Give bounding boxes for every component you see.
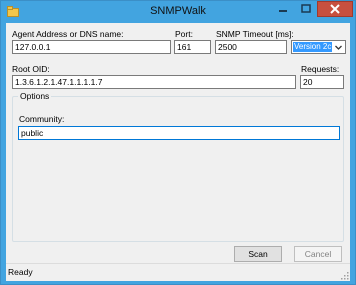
resize-grip-icon[interactable] bbox=[340, 271, 349, 280]
snmp-timeout-input[interactable]: 2500 bbox=[215, 40, 287, 54]
port-label: Port: bbox=[175, 29, 193, 39]
root-oid-input[interactable]: 1.3.6.1.2.1.47.1.1.1.1.7 bbox=[12, 75, 296, 89]
title-bar[interactable]: SNMPWalk bbox=[1, 1, 355, 23]
options-group-label: Options bbox=[18, 91, 52, 101]
app-window: SNMPWalk Agent Address or DNS name: 127.… bbox=[0, 0, 356, 285]
community-input[interactable]: public bbox=[18, 126, 340, 140]
chevron-down-icon bbox=[334, 43, 343, 52]
minimize-button[interactable] bbox=[271, 1, 295, 17]
requests-input[interactable]: 20 bbox=[300, 75, 344, 89]
client-area: Agent Address or DNS name: 127.0.0.1 Por… bbox=[6, 23, 350, 281]
close-icon bbox=[330, 4, 340, 14]
maximize-button[interactable] bbox=[295, 1, 317, 17]
agent-address-input[interactable]: 127.0.0.1 bbox=[12, 40, 171, 54]
snmp-version-select[interactable]: Version 2c bbox=[291, 40, 346, 54]
maximize-icon bbox=[301, 4, 311, 13]
close-button[interactable] bbox=[317, 1, 353, 17]
agent-address-label: Agent Address or DNS name: bbox=[12, 29, 124, 39]
scan-button[interactable]: Scan bbox=[234, 246, 282, 262]
status-text: Ready bbox=[8, 267, 33, 277]
port-input[interactable]: 161 bbox=[174, 40, 211, 54]
snmp-timeout-label: SNMP Timeout [ms]: bbox=[216, 29, 294, 39]
snmp-version-value: Version 2c bbox=[293, 42, 332, 52]
community-label: Community: bbox=[19, 114, 65, 124]
requests-label: Requests: bbox=[301, 64, 340, 74]
minimize-icon bbox=[279, 10, 287, 12]
root-oid-label: Root OID: bbox=[12, 64, 50, 74]
status-bar: Ready bbox=[6, 263, 350, 281]
cancel-button[interactable]: Cancel bbox=[294, 246, 342, 262]
